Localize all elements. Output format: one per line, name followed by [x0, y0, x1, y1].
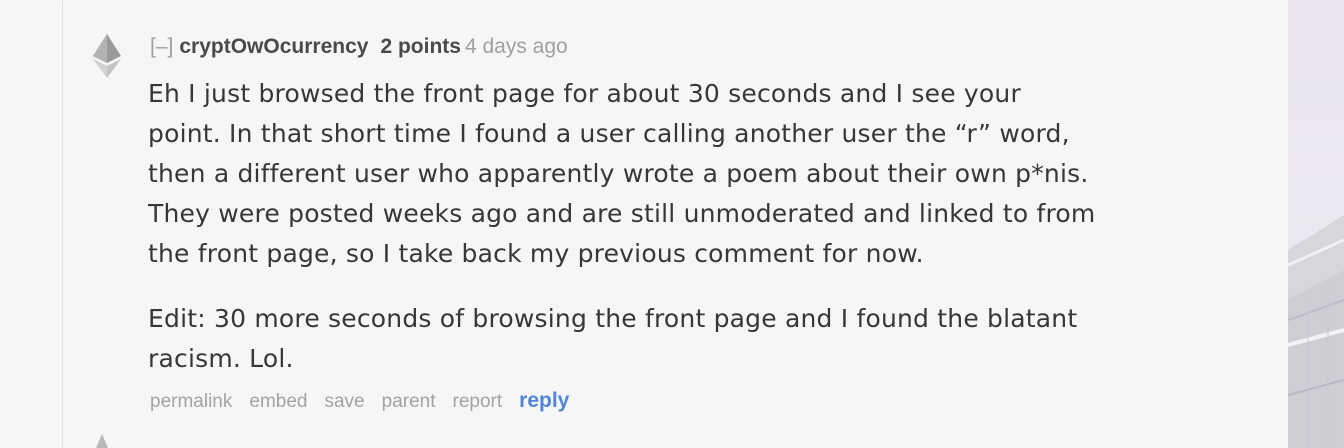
- comment-tagline: [–] cryptOwOcurrency 2 points 4 days ago: [150, 32, 568, 62]
- next-comment-vote-icon[interactable]: [96, 434, 108, 448]
- report-button[interactable]: report: [453, 391, 503, 412]
- comment-line: then a different user who apparently wro…: [148, 159, 1089, 188]
- comment-score: 2 points: [380, 35, 461, 58]
- reply-button[interactable]: reply: [519, 389, 569, 412]
- comment-line: They were posted weeks ago and are still…: [148, 199, 1096, 228]
- parent-button[interactable]: parent: [382, 391, 436, 412]
- save-button[interactable]: save: [324, 391, 364, 412]
- page: [–] cryptOwOcurrency 2 points 4 days ago Eh…: [0, 0, 1344, 448]
- comment-buttons: permalink embed save parent report reply: [150, 386, 586, 416]
- comment-edit-paragraph: Edit: 30 more seconds of browsing the fr…: [148, 299, 1228, 379]
- collapse-toggle[interactable]: [–]: [150, 35, 173, 58]
- comment-panel: [–] cryptOwOcurrency 2 points 4 days ago Eh…: [0, 0, 1288, 448]
- comment-body: Eh I just browsed the front page for abo…: [148, 74, 1228, 404]
- comment-age: 4 days ago: [464, 35, 568, 58]
- thread-line: [62, 0, 63, 448]
- comment-paragraph: Eh I just browsed the front page for abo…: [148, 74, 1228, 274]
- comment-author[interactable]: cryptOwOcurrency: [179, 35, 368, 58]
- comment-line: Eh I just browsed the front page for abo…: [148, 79, 1021, 108]
- embed-button[interactable]: embed: [249, 391, 307, 412]
- permalink-button[interactable]: permalink: [150, 391, 232, 412]
- comment-line: racism. Lol.: [148, 344, 294, 373]
- background-image-edge: [1288, 0, 1344, 448]
- background-architecture-image: [1288, 215, 1344, 448]
- comment-line: point. In that short time I found a user…: [148, 119, 1070, 148]
- comment-line: the front page, so I take back my previo…: [148, 239, 924, 268]
- comment-line: Edit: 30 more seconds of browsing the fr…: [148, 304, 1078, 333]
- ethereum-diamond-icon[interactable]: [92, 34, 122, 78]
